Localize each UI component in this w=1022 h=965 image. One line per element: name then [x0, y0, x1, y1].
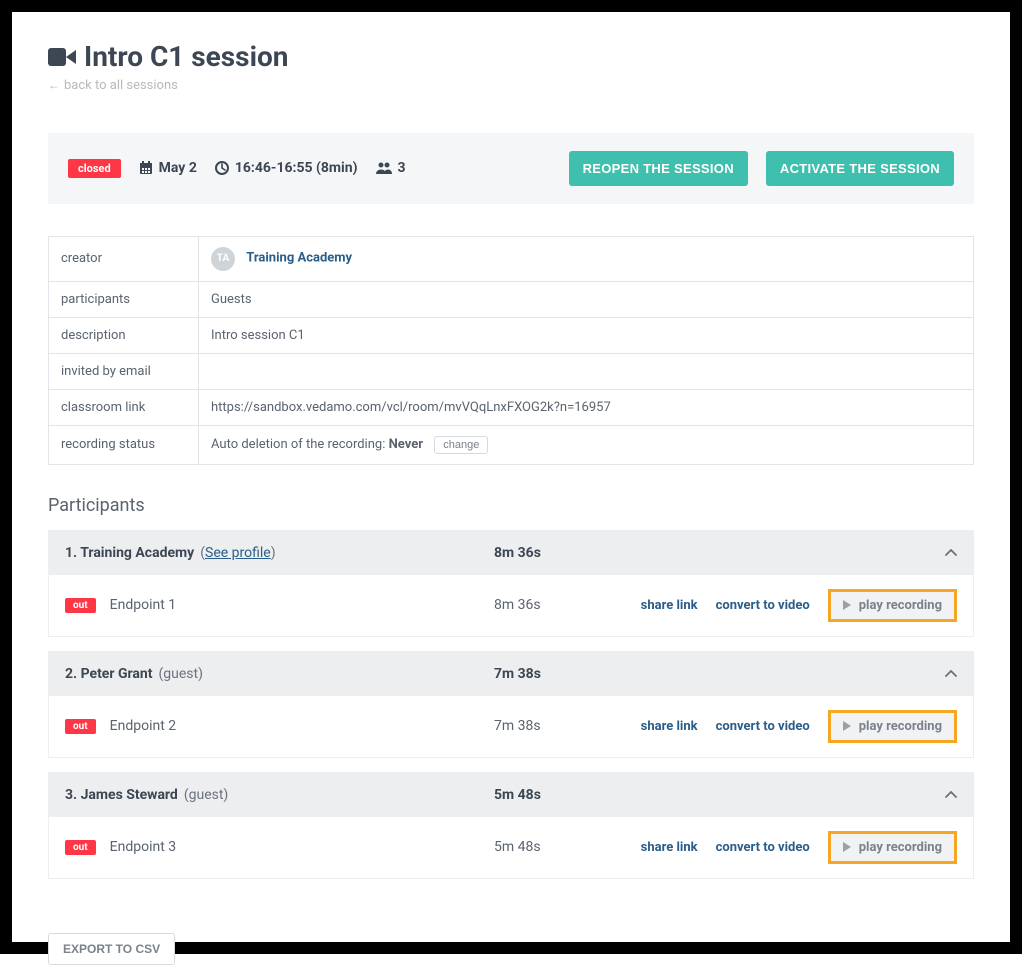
page-title-text: Intro C1 session: [84, 40, 288, 73]
play-icon: [843, 842, 851, 852]
creator-avatar: TA: [211, 247, 235, 271]
endpoint-label: Endpoint 2: [110, 718, 177, 734]
participant-header[interactable]: 1. Training Academy(See profile)8m 36s: [49, 531, 973, 575]
participant-block: 2. Peter Grant (guest) 7m 38s out Endpoint 2…: [48, 651, 974, 758]
play-recording-button[interactable]: play recording: [828, 831, 957, 864]
participant-duration: 8m 36s: [494, 545, 541, 561]
chevron-up-icon[interactable]: [945, 791, 957, 799]
date-text: May 2: [159, 160, 197, 176]
participant-header[interactable]: 2. Peter Grant (guest) 7m 38s: [49, 652, 973, 696]
time-meta: 16:46-16:55 (8min): [215, 160, 358, 176]
change-recording-button[interactable]: change: [434, 436, 488, 454]
time-text: 16:46-16:55 (8min): [235, 160, 358, 176]
endpoint-row: out Endpoint 2 7m 38s share link convert to …: [49, 696, 973, 757]
endpoint-duration: 8m 36s: [494, 597, 541, 613]
detail-label-recording: recording status: [49, 425, 199, 464]
page-title: Intro C1 session: [48, 40, 974, 73]
convert-video-action[interactable]: convert to video: [716, 598, 810, 613]
activate-session-button[interactable]: ACTIVATE THE SESSION: [766, 151, 954, 186]
participants-meta: 3: [376, 160, 406, 176]
detail-label-link: classroom link: [49, 389, 199, 425]
chevron-up-icon[interactable]: [945, 670, 957, 678]
endpoint-label: Endpoint 3: [110, 839, 177, 855]
endpoint-actions: share link convert to video play recording: [641, 589, 957, 622]
endpoint-duration: 7m 38s: [494, 718, 541, 734]
convert-video-action[interactable]: convert to video: [716, 840, 810, 855]
play-recording-label: play recording: [859, 598, 942, 613]
detail-value-participants: Guests: [199, 281, 974, 317]
play-icon: [843, 600, 851, 610]
participant-block: 1. Training Academy(See profile)8m 36sou…: [48, 530, 974, 637]
creator-link[interactable]: Training Academy: [246, 250, 352, 265]
detail-value-link: https://sandbox.vedamo.com/vcl/room/mvVQ…: [199, 389, 974, 425]
session-info-bar: closed May 2 16:46-16:55 (8min) 3 REOPEN…: [48, 133, 974, 204]
play-recording-label: play recording: [859, 840, 942, 855]
participant-tag: (guest): [184, 787, 228, 803]
detail-value-recording: Auto deletion of the recording: Never ch…: [199, 425, 974, 464]
endpoint-duration: 5m 48s: [494, 839, 541, 855]
out-badge: out: [65, 840, 96, 855]
participants-section-title: Participants: [48, 495, 974, 516]
chevron-up-icon[interactable]: [945, 549, 957, 557]
endpoint-actions: share link convert to video play recording: [641, 710, 957, 743]
arrow-left-icon: ←: [48, 78, 60, 92]
detail-value-creator: TA Training Academy: [199, 236, 974, 281]
participant-name: 2. Peter Grant: [65, 666, 153, 682]
share-link-action[interactable]: share link: [641, 598, 698, 613]
status-badge: closed: [68, 159, 121, 178]
detail-label-participants: participants: [49, 281, 199, 317]
endpoint-actions: share link convert to video play recording: [641, 831, 957, 864]
recording-value: Never: [389, 437, 423, 452]
endpoint-label: Endpoint 1: [110, 597, 177, 613]
see-profile-link[interactable]: See profile: [205, 545, 271, 561]
play-recording-label: play recording: [859, 719, 942, 734]
camera-icon: [48, 46, 76, 68]
out-badge: out: [65, 719, 96, 734]
detail-value-invited: [199, 353, 974, 389]
share-link-action[interactable]: share link: [641, 719, 698, 734]
detail-label-invited: invited by email: [49, 353, 199, 389]
participant-duration: 7m 38s: [494, 666, 541, 682]
participant-duration: 5m 48s: [494, 787, 541, 803]
session-details-table: creator TA Training Academy participants…: [48, 236, 974, 465]
participant-name: 3. James Steward: [65, 787, 178, 803]
play-recording-button[interactable]: play recording: [828, 589, 957, 622]
calendar-icon: [139, 161, 153, 175]
export-csv-button[interactable]: EXPORT TO CSV: [48, 933, 175, 965]
detail-value-description: Intro session C1: [199, 317, 974, 353]
recording-prefix: Auto deletion of the recording:: [211, 437, 389, 452]
participant-header[interactable]: 3. James Steward (guest) 5m 48s: [49, 773, 973, 817]
detail-label-description: description: [49, 317, 199, 353]
date-meta: May 2: [139, 160, 197, 176]
out-badge: out: [65, 598, 96, 613]
clock-icon: [215, 161, 229, 175]
back-link[interactable]: ← back to all sessions: [48, 78, 178, 93]
participant-name: 1. Training Academy: [65, 545, 194, 561]
back-link-label: back to all sessions: [64, 78, 178, 93]
users-icon: [376, 161, 392, 175]
play-recording-button[interactable]: play recording: [828, 710, 957, 743]
play-icon: [843, 721, 851, 731]
convert-video-action[interactable]: convert to video: [716, 719, 810, 734]
endpoint-row: out Endpoint 3 5m 48s share link convert to …: [49, 817, 973, 878]
detail-label-creator: creator: [49, 236, 199, 281]
participant-tag: (guest): [159, 666, 203, 682]
endpoint-row: out Endpoint 1 8m 36s share link convert to …: [49, 575, 973, 636]
participants-count: 3: [398, 160, 406, 176]
reopen-session-button[interactable]: REOPEN THE SESSION: [569, 151, 748, 186]
share-link-action[interactable]: share link: [641, 840, 698, 855]
participant-block: 3. James Steward (guest) 5m 48s out Endpoint…: [48, 772, 974, 879]
